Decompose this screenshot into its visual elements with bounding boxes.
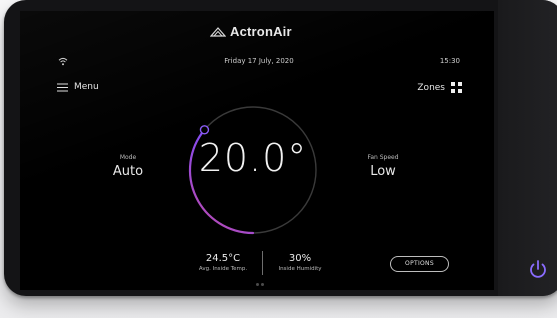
time-display: 15:30: [439, 57, 460, 65]
fan-speed-label: Fan Speed: [367, 154, 399, 161]
page-dot: [261, 283, 264, 286]
mode-value: Auto: [112, 164, 144, 179]
inside-temperature-stat: 24.5°C Avg. Inside Temp.: [187, 253, 259, 272]
stats-divider: [262, 251, 263, 275]
page-dot: [256, 283, 259, 286]
setpoint-temperature: 20.0°: [198, 136, 308, 180]
mode-label: Mode: [119, 154, 137, 161]
device-side-panel: [498, 0, 557, 296]
brand-name: ActronAir: [230, 24, 292, 39]
brand-logo: ActronAir: [210, 24, 292, 39]
menu-label: Menu: [74, 82, 99, 92]
nav-row: Menu Zones: [57, 82, 462, 98]
inside-temp-value: 24.5°C: [205, 253, 241, 264]
zones-button[interactable]: Zones: [417, 82, 462, 93]
device-stage: ActronAir Friday 17 July, 2020 15:30 Men…: [0, 0, 557, 318]
humidity-value: 30%: [288, 253, 312, 264]
power-icon[interactable]: [527, 258, 549, 280]
temperature-dial[interactable]: 20.0°: [183, 100, 323, 240]
page-indicator: [256, 283, 268, 286]
humidity-label: Inside Humidity: [278, 266, 322, 272]
inside-temp-label: Avg. Inside Temp.: [198, 266, 248, 272]
actronair-logo-icon: [210, 26, 226, 37]
status-bar: Friday 17 July, 2020 15:30: [58, 57, 460, 69]
mode-control[interactable]: Mode Auto: [100, 154, 156, 179]
inside-humidity-stat: 30% Inside Humidity: [268, 253, 332, 272]
zones-label: Zones: [417, 82, 445, 93]
date-display: Friday 17 July, 2020: [224, 57, 294, 65]
fan-speed-control[interactable]: Fan Speed Low: [355, 154, 411, 179]
fan-speed-value: Low: [370, 164, 396, 179]
menu-button[interactable]: Menu: [57, 82, 99, 92]
zones-grid-icon: [451, 82, 462, 93]
hamburger-menu-icon: [57, 83, 68, 91]
options-button[interactable]: OPTIONS: [390, 256, 449, 272]
dial-handle[interactable]: [199, 125, 210, 135]
